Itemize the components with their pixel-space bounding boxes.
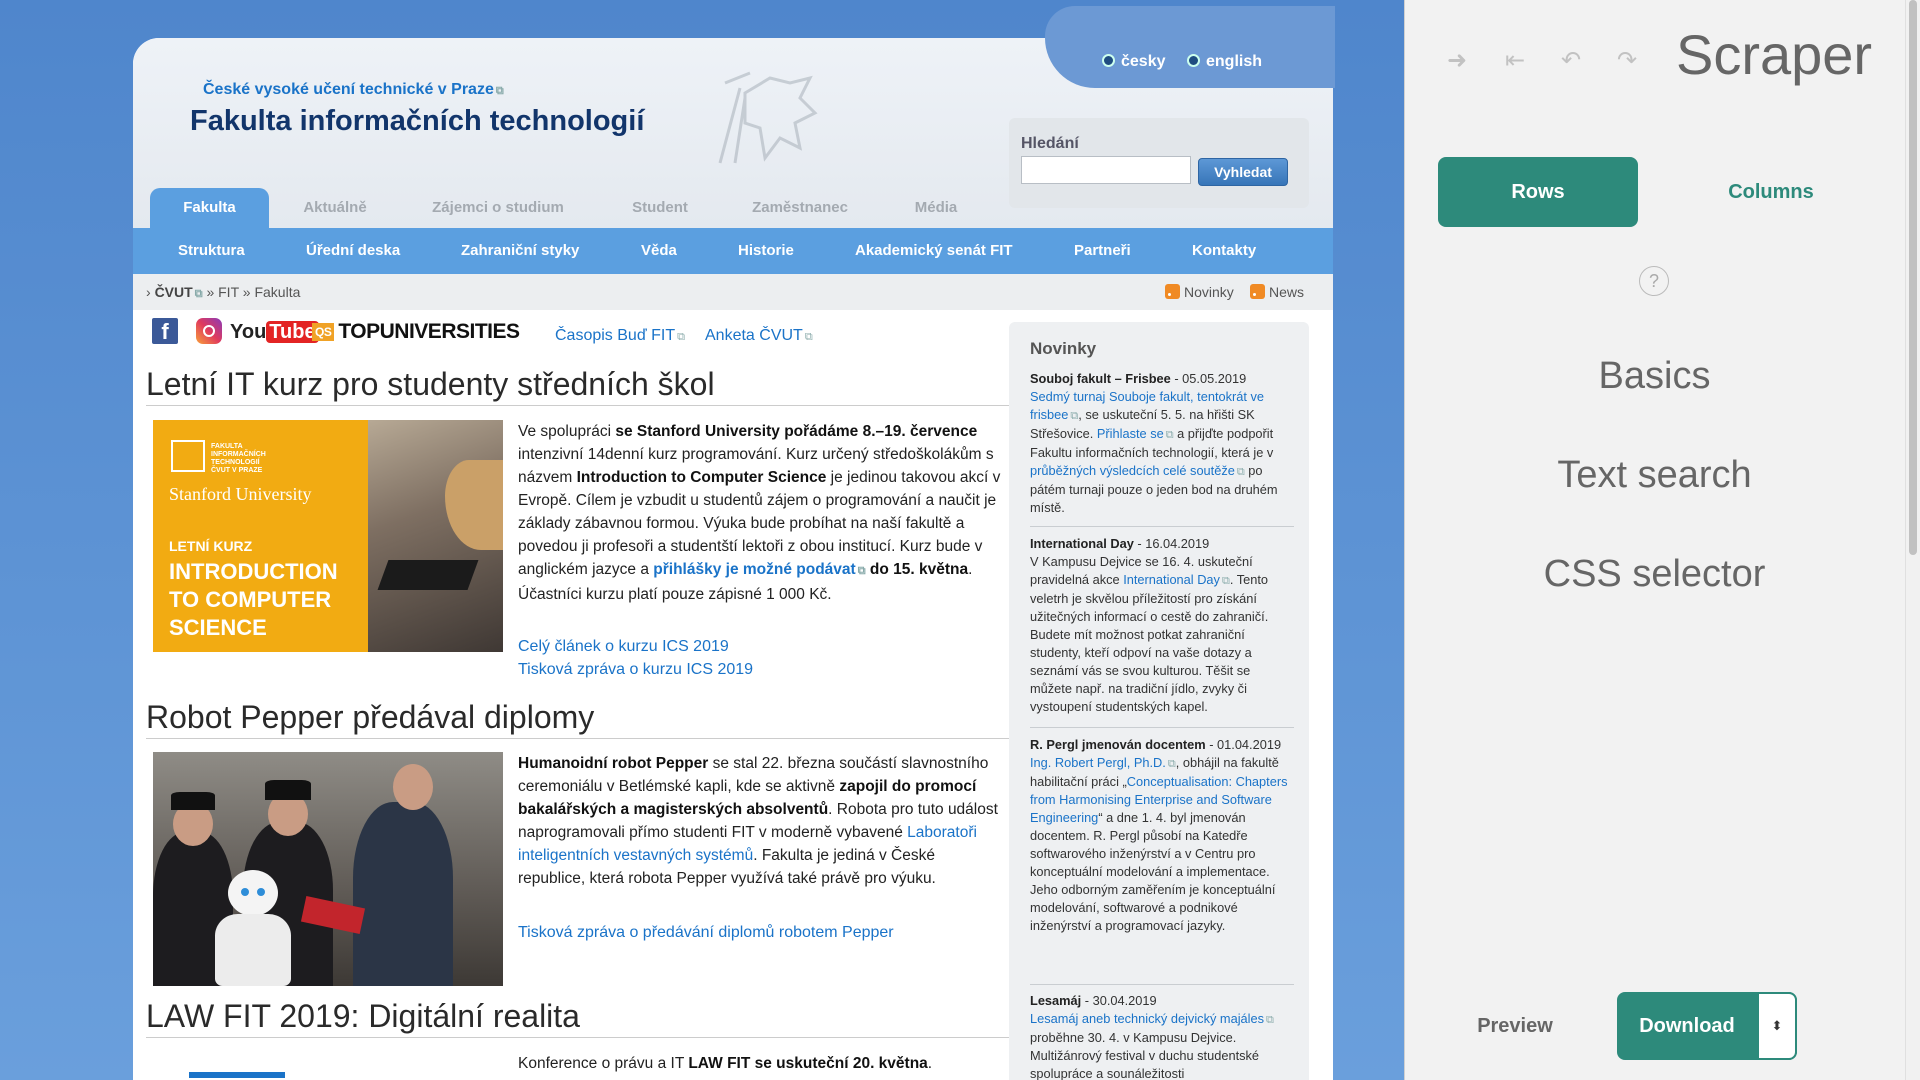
article-link-press[interactable]: Tisková zpráva o předávání diplomů robot…: [518, 924, 894, 942]
menu-css-selector[interactable]: CSS selector: [1404, 553, 1905, 596]
subnav-zahranicni-styky[interactable]: Zahraniční styky: [461, 242, 579, 259]
subnav-uredni-deska[interactable]: Úřední deska: [306, 242, 400, 259]
news-link[interactable]: Ing. Robert Pergl, Ph.D.: [1030, 755, 1176, 770]
subnav-kontakty[interactable]: Kontakty: [1192, 242, 1256, 259]
collapse-left-icon[interactable]: ⇤: [1500, 46, 1530, 75]
breadcrumb: › ČVUT » FIT » Fakulta: [146, 284, 300, 301]
tab-zamestnanec[interactable]: Zaměstnanec: [735, 188, 865, 228]
news-title: Novinky: [1030, 339, 1097, 358]
breadcrumb-cvut[interactable]: ČVUT: [155, 284, 203, 300]
breadcrumb-bar: [133, 274, 1333, 310]
rows-tab[interactable]: Rows: [1438, 157, 1638, 227]
article-title[interactable]: Letní IT kurz pro studenty středních ško…: [146, 366, 1011, 406]
topuniversities-logo[interactable]: QS TOPUNIVERSITIES: [312, 318, 537, 344]
subnav-akademicky-senat[interactable]: Akademický senát FIT: [855, 242, 1013, 259]
breadcrumb-fit[interactable]: FIT: [218, 284, 239, 300]
tab-aktualne[interactable]: Aktuálně: [285, 188, 385, 228]
article-text: Ve spolupráci se Stanford University poř…: [518, 420, 1003, 606]
anketa-cvut-link[interactable]: Anketa ČVUT: [705, 327, 813, 345]
subnav-veda[interactable]: Věda: [641, 242, 677, 259]
instagram-icon[interactable]: [196, 318, 222, 344]
rss-icon: [1165, 284, 1180, 299]
casopis-bud-fit-link[interactable]: Časopis Buď FIT: [555, 327, 685, 345]
search-button[interactable]: Vyhledat: [1198, 158, 1288, 186]
search-input[interactable]: [1021, 156, 1191, 184]
columns-tab[interactable]: Columns: [1671, 157, 1871, 227]
radio-icon: [1102, 54, 1115, 67]
news-link[interactable]: International Day: [1123, 572, 1230, 587]
breadcrumb-current: Fakulta: [254, 284, 301, 300]
robot-icon: [228, 870, 278, 916]
faculty-title[interactable]: Fakulta informačních technologií: [190, 105, 644, 138]
arrow-right-icon[interactable]: ➜: [1442, 46, 1472, 75]
rss-novinky[interactable]: Novinky: [1165, 284, 1234, 300]
fit-logo-icon: [171, 440, 205, 472]
prihlasky-link[interactable]: přihlášky je možné podávat: [653, 561, 865, 578]
tab-media[interactable]: Média: [886, 188, 986, 228]
menu-basics[interactable]: Basics: [1404, 355, 1905, 398]
scraper-title: Scraper: [1676, 23, 1873, 86]
lang-cesky[interactable]: česky: [1102, 53, 1166, 71]
article-image-pepper[interactable]: [153, 752, 503, 986]
article-title[interactable]: Robot Pepper předával diplomy: [146, 699, 1011, 739]
menu-text-search[interactable]: Text search: [1404, 454, 1905, 497]
article-text: Humanoidní robot Pepper se stal 22. břez…: [518, 755, 998, 887]
facebook-icon[interactable]: f: [152, 318, 178, 344]
university-link[interactable]: České vysoké učení technické v Praze: [203, 81, 504, 99]
news-link[interactable]: Přihlaste se: [1097, 426, 1174, 441]
article-title[interactable]: LAW FIT 2019: Digitální realita: [146, 998, 1011, 1038]
tab-fakulta[interactable]: Fakulta: [150, 188, 269, 228]
tab-student[interactable]: Student: [610, 188, 710, 228]
news-link[interactable]: Lesamáj aneb technický dejvický majáles: [1030, 1011, 1274, 1026]
news-item: Lesamáj - 30.04.2019 Lesamáj aneb techni…: [1030, 992, 1294, 1080]
article-link-full[interactable]: Celý článek o kurzu ICS 2019: [518, 638, 729, 656]
download-button[interactable]: Download: [1617, 992, 1757, 1060]
preview-button[interactable]: Preview: [1460, 1006, 1570, 1046]
subnav-historie[interactable]: Historie: [738, 242, 794, 259]
subnav-partneri[interactable]: Partneři: [1074, 242, 1131, 259]
scrollbar-thumb[interactable]: [1909, 0, 1917, 555]
rss-icon: [1250, 284, 1265, 299]
download-group: Download ⬍: [1617, 992, 1797, 1060]
web-page: česky english České vysoké učení technic…: [0, 0, 1404, 1080]
news-item: International Day - 16.04.2019 V Kampusu…: [1030, 535, 1294, 716]
undo-icon[interactable]: ↶: [1556, 46, 1586, 75]
download-options-icon[interactable]: ⬍: [1757, 992, 1797, 1060]
youtube-icon[interactable]: You Tube: [230, 318, 319, 344]
search-label: Hledání: [1021, 135, 1079, 152]
help-icon[interactable]: ?: [1639, 266, 1669, 296]
news-link[interactable]: průběžných výsledcích celé soutěže: [1030, 463, 1245, 478]
lang-english[interactable]: english: [1187, 53, 1262, 71]
radio-icon: [1187, 54, 1200, 67]
news-item: Souboj fakult – Frisbee - 05.05.2019 Sed…: [1030, 370, 1294, 517]
tab-zajemci[interactable]: Zájemci o studium: [418, 188, 578, 228]
article-text: Konference o právu a IT LAW FIT se uskut…: [518, 1055, 933, 1072]
article-image-law[interactable]: [153, 1060, 503, 1080]
article-link-press[interactable]: Tisková zpráva o kurzu ICS 2019: [518, 661, 753, 679]
rss-news[interactable]: News: [1250, 284, 1304, 300]
subnav-struktura[interactable]: Struktura: [178, 242, 245, 259]
redo-icon[interactable]: ↷: [1612, 46, 1642, 75]
news-item: R. Pergl jmenován docentem - 01.04.2019 …: [1030, 736, 1294, 935]
article-image-stanford[interactable]: FAKULTA INFORMAČNÍCH TECHNOLOGIÍ ČVUT V …: [153, 420, 503, 652]
lion-logo-icon: [718, 71, 818, 164]
